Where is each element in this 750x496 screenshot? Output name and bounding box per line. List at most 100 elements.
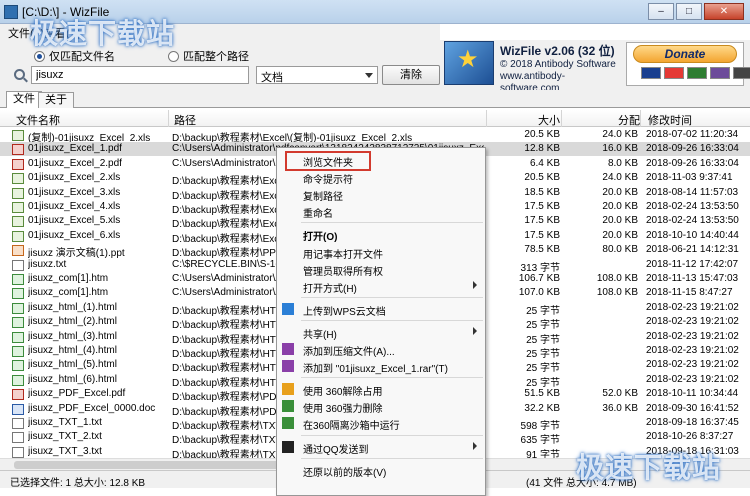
watermark-bottom: 极速下载站 [576,452,722,483]
context-menu-item[interactable]: 在360隔离沙箱中运行 [277,415,485,433]
cell-alloc: 52.0 KB [602,388,638,400]
cell-modified: 2018-02-24 13:53:50 [646,201,739,212]
maximize-button[interactable]: □ [676,3,702,20]
chevron-right-icon [473,441,477,450]
context-menu-item[interactable]: 还原以前的版本(V) [277,462,485,479]
cell-alloc: 36.0 KB [602,402,638,414]
clear-button[interactable]: 清除 [382,65,440,85]
txt-file-icon [12,418,24,429]
radio-dot-checked [34,50,45,62]
context-menu-item[interactable]: 使用 360解除占用 [277,381,485,398]
cloud-icon [282,302,294,315]
pdf-file-icon [12,389,24,401]
minimize-button[interactable]: – [648,3,674,20]
context-menu-item-label: 重命名 [303,209,333,221]
cell-name: jisuxz_PDF_Excel.pdf [28,388,126,400]
context-menu-item[interactable]: 命令提示符 [277,169,485,186]
context-menu-item-label: 管理员取得所有权 [303,266,383,278]
xls-file-icon [12,173,24,185]
cell-size: 51.5 KB [524,388,560,400]
menu-separator [301,222,483,224]
context-menu-item-label: 共享(H) [303,329,337,341]
cell-modified: 2018-11-13 15:47:03 [646,273,739,284]
donate-button[interactable]: Donate [633,45,737,63]
status-selection: 已选择文件: 1 总大小: 12.8 KB [10,478,146,489]
brand-title: WizFile v2.06 (32 位) [500,44,615,58]
context-menu-item[interactable]: 共享(H) [277,324,485,341]
shred-icon [282,400,294,413]
window-controls: – □ ✕ [648,3,744,20]
cell-name: 01jisuxz_Excel_1.pdf [28,143,122,155]
context-menu-item[interactable]: 浏览文件夹 [277,152,485,169]
menu-separator [301,319,483,321]
app-icon [4,5,18,19]
scrollbar-thumb[interactable] [14,461,314,469]
table-row[interactable]: (复制)-01jisuxz_Excel_2.xls D:\backup\教程素材\… [0,128,750,144]
htm-file-icon [12,317,24,329]
xls-file-icon [12,202,24,213]
xls-file-icon [12,216,24,228]
column-header-path[interactable]: 路径 [174,112,196,128]
context-menu-item[interactable]: 打开方式(H) [277,278,485,295]
cell-alloc: 8.0 KB [607,157,638,169]
context-menu-item-label: 添加到压缩文件(A)... [303,347,395,358]
column-header-size[interactable]: 大小 [538,112,560,128]
context-menu-item[interactable]: 添加到压缩文件(A)... [277,341,485,358]
cell-name: jisuxz_com[1].htm [28,287,109,299]
context-menu-item-label: 在360隔离沙箱中运行 [303,421,400,433]
cell-name: jisuxz_html_(4).html [28,345,117,356]
brand-copyright: © 2018 Antibody Software [500,59,616,70]
cell-alloc: 20.0 KB [602,229,638,241]
menu-separator [301,296,483,298]
htm-file-icon [12,302,24,314]
cell-name: jisuxz_TXT_2.txt [28,431,102,443]
column-header-alloc[interactable]: 分配 [618,112,640,128]
cell-alloc: 16.0 KB [602,143,638,155]
context-menu: 浏览文件夹 命令提示符 复制路径重命名打开(O) 用记事本打开文件 管理员取得所有权 打开… [276,147,486,496]
context-menu-item[interactable]: 重命名 [277,203,485,221]
chevron-right-icon [473,326,477,335]
cell-modified: 2018-02-23 19:21:02 [646,359,739,371]
cell-size: 17.5 KB [524,201,560,212]
cell-name: jisuxz_html_(6).html [28,373,117,385]
cell-alloc: 24.0 KB [602,129,638,140]
context-menu-item[interactable]: 打开(O) [277,226,485,244]
radio-dot-unchecked [168,50,179,62]
menu-separator [301,377,483,379]
context-menu-item[interactable]: 用记事本打开文件 [277,244,485,261]
search-input[interactable] [31,66,249,84]
xls-file-icon [12,130,24,141]
card-icon [641,67,661,79]
cell-name: jisuxz_html_(2).html [28,316,117,328]
context-menu-item[interactable]: 复制路径 [277,186,485,203]
doc-file-icon [12,403,24,415]
cell-modified: 2018-02-23 19:21:02 [646,301,739,313]
cell-alloc: 20.0 KB [602,201,638,212]
cell-alloc: 108.0 KB [596,273,638,284]
cell-size: 18.5 KB [524,186,560,198]
context-menu-item[interactable]: 管理员取得所有权 [277,261,485,278]
cell-alloc: 24.0 KB [602,172,638,184]
context-menu-item-label: 打开(O) [303,232,338,244]
context-menu-item[interactable]: 上传到WPS云文档 [277,301,485,318]
cell-modified: 2018-02-23 19:21:02 [646,373,739,385]
tab-files[interactable]: 文件 [6,91,42,109]
tab-about[interactable]: 关于 [38,92,74,108]
cell-name: jisuxz_TXT_3.txt [28,445,102,457]
filter-select[interactable]: 文档 [256,66,378,84]
cell-size: 6.4 KB [529,157,560,169]
context-menu-item-label: 上传到WPS云文档 [303,306,386,318]
cell-name: 01jisuxz_Excel_5.xls [28,215,121,227]
cell-name: jisuxz_html_(3).html [28,330,117,342]
context-menu-item-label: 用记事本打开文件 [303,249,383,261]
radio-match-fullpath[interactable]: 匹配整个路径 [168,48,249,64]
context-menu-item[interactable]: 使用 360强力删除 [277,398,485,415]
close-button[interactable]: ✕ [704,3,744,20]
cell-modified: 2018-11-15 8:47:27 [646,287,733,299]
txt-file-icon [12,432,24,444]
search-icon [14,69,25,80]
context-menu-item[interactable]: 通过QQ发送到 [277,439,485,456]
column-header-modified[interactable]: 修改时间 [648,112,692,128]
context-menu-item[interactable]: 添加到 "01jisuxz_Excel_1.rar"(T) [277,358,485,375]
column-header-name[interactable]: 文件名称 [16,112,60,128]
